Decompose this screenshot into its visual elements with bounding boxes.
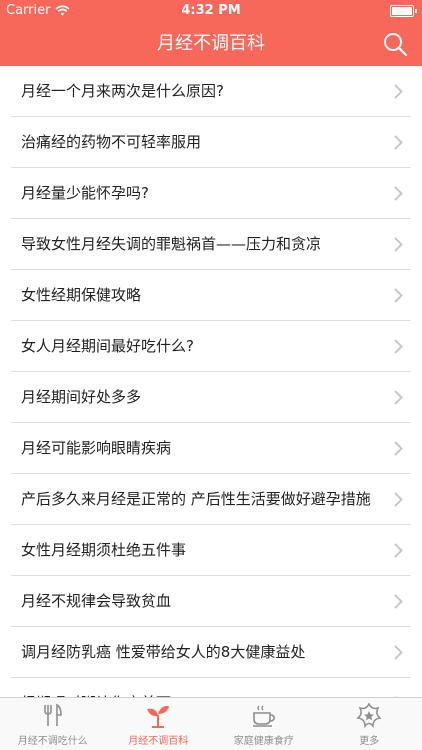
list-item[interactable]: 导致女性月经失调的罪魁祸首——压力和贪凉 (0, 219, 422, 270)
tab-label: 月经不调百科 (128, 736, 189, 747)
list-item[interactable]: 月经期间好处多多 (0, 372, 422, 423)
tab-bar: 月经不调吃什么 月经不调百科 家庭健康食疗 更多 (0, 697, 422, 750)
tab-3[interactable]: 家庭健康食疗 (211, 698, 317, 750)
chevron-right-icon (394, 237, 403, 252)
article-title: 月经不规律会导致贫血 (21, 592, 172, 610)
fork-knife-icon (43, 703, 62, 726)
article-title: 治痛经的药物不可轻率服用 (21, 133, 202, 151)
status-bar: Carrier 4:32 PM (0, 0, 422, 22)
star-flower-icon (356, 702, 383, 728)
chevron-right-icon (394, 135, 403, 150)
list-item[interactable]: 产后多久来月经是正常的 产后性生活要做好避孕措施 (0, 474, 422, 525)
chevron-right-icon (394, 441, 403, 456)
list-item[interactable]: 女性经期保健攻略 (0, 270, 422, 321)
chevron-right-icon (394, 186, 403, 201)
tab-label: 更多 (359, 736, 380, 747)
chevron-right-icon (394, 645, 403, 660)
chevron-right-icon (394, 288, 403, 303)
nav-bar: 月经不调百科 (0, 22, 422, 66)
article-title: 导致女性月经失调的罪魁祸首——压力和贪凉 (21, 235, 322, 253)
list-item[interactable]: 月经可能影响眼睛疾病 (0, 423, 422, 474)
list-item[interactable]: 经期喝对粥让你变美丽 (0, 678, 422, 698)
list-item[interactable]: 女性月经期须杜绝五件事 (0, 525, 422, 576)
list-item[interactable]: 女人月经期间最好吃什么? (0, 321, 422, 372)
page-title: 月经不调百科 (157, 33, 265, 54)
list-item[interactable]: 月经不规律会导致贫血 (0, 576, 422, 627)
chevron-right-icon (394, 543, 403, 558)
tab-label: 家庭健康食疗 (233, 736, 294, 747)
list-item[interactable]: 调月经防乳癌 性爱带给女人的8大健康益处 (0, 627, 422, 678)
sprout-icon (147, 705, 170, 728)
article-title: 产后多久来月经是正常的 产后性生活要做好避孕措施 (21, 490, 371, 508)
article-title: 女性经期保健攻略 (21, 286, 142, 304)
chevron-right-icon (394, 84, 403, 99)
list-item[interactable]: 治痛经的药物不可轻率服用 (0, 117, 422, 168)
battery-icon (390, 5, 417, 17)
article-title: 经期喝对粥让你变美丽 (21, 678, 377, 699)
chevron-right-icon (394, 594, 403, 609)
tea-cup-icon (252, 705, 275, 727)
chevron-right-icon (394, 339, 403, 354)
article-title: 调月经防乳癌 性爱带给女人的8大健康益处 (21, 643, 306, 661)
article-list[interactable]: 月经一个月来两次是什么原因? 治痛经的药物不可轻率服用 月经量少能怀孕吗? 导致女性月… (0, 66, 422, 698)
article-title: 女性月经期须杜绝五件事 (21, 541, 187, 559)
tab-label: 月经不调吃什么 (17, 736, 88, 747)
article-title: 月经期间好处多多 (21, 388, 142, 406)
tab-2[interactable]: 月经不调百科 (106, 698, 212, 750)
search-icon[interactable] (382, 31, 408, 57)
chevron-right-icon (394, 390, 403, 405)
tab-1[interactable]: 月经不调吃什么 (0, 698, 106, 750)
status-time: 4:32 PM (181, 3, 241, 18)
article-title: 月经可能影响眼睛疾病 (21, 439, 172, 457)
article-title: 月经一个月来两次是什么原因? (21, 82, 224, 100)
list-item[interactable]: 月经一个月来两次是什么原因? (0, 66, 422, 117)
article-title: 女人月经期间最好吃什么? (21, 337, 194, 355)
list-item[interactable]: 月经量少能怀孕吗? (0, 168, 422, 219)
tab-4[interactable]: 更多 (317, 698, 422, 750)
chevron-right-icon (394, 492, 403, 507)
article-title: 月经量少能怀孕吗? (21, 184, 149, 202)
